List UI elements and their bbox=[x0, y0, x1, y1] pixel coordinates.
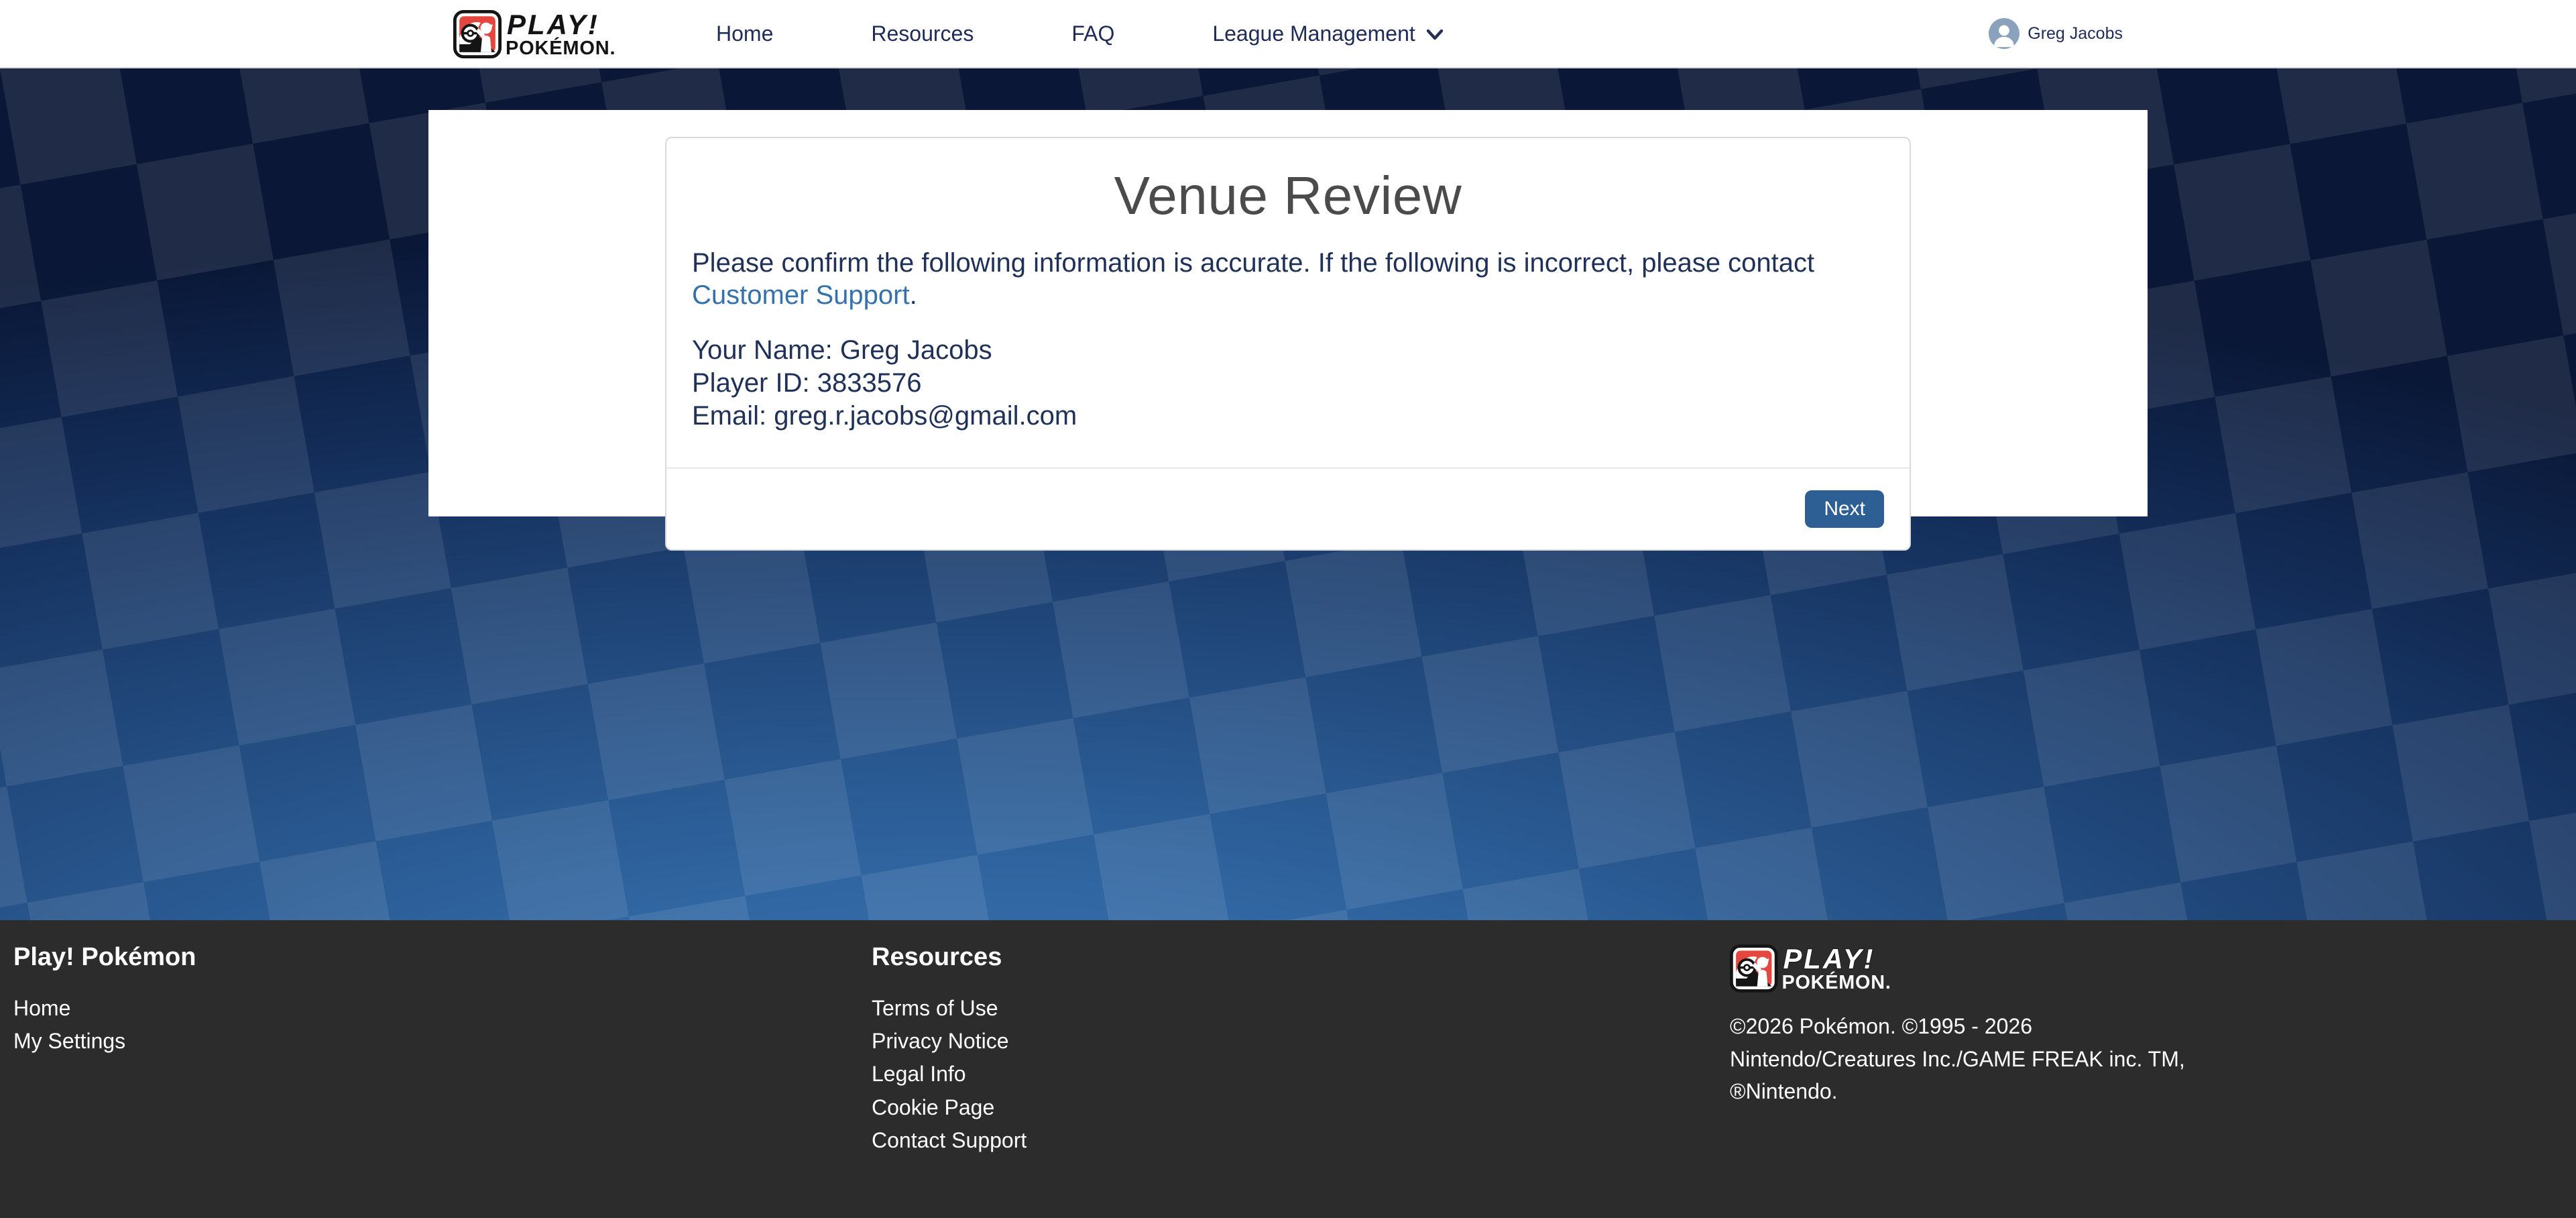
footer-column-play-pokemon: Play! Pokémon Home My Settings bbox=[0, 943, 858, 1218]
logo-play-text: PLAY! bbox=[507, 9, 599, 40]
footer-logo-pokemon-text: POKÉMON. bbox=[1781, 971, 1891, 993]
player-email-label: Email: bbox=[692, 401, 766, 431]
nav-item-home[interactable]: Home bbox=[716, 21, 773, 46]
footer-play-pokemon-logo: PLAY! POKÉMON. bbox=[1730, 943, 1930, 993]
confirmation-message: Please confirm the following information… bbox=[692, 247, 1884, 311]
main-content-area: Venue Review Please confirm the followin… bbox=[0, 68, 2576, 920]
confirmation-text: Please confirm the following information… bbox=[692, 248, 1814, 278]
player-email-line: Email: greg.r.jacobs@gmail.com bbox=[692, 400, 1884, 433]
footer-link-privacy-notice[interactable]: Privacy Notice bbox=[872, 1029, 1009, 1053]
footer-column-resources: Resources Terms of Use Privacy Notice Le… bbox=[858, 943, 1716, 1218]
customer-support-link[interactable]: Customer Support bbox=[692, 280, 910, 310]
page-title: Venue Review bbox=[692, 165, 1884, 227]
player-email-value: greg.r.jacobs@gmail.com bbox=[774, 401, 1077, 431]
player-id-line: Player ID: 3833576 bbox=[692, 367, 1884, 400]
user-avatar-icon bbox=[1989, 18, 2019, 49]
nav-item-faq[interactable]: FAQ bbox=[1071, 21, 1114, 46]
nav-item-resources-label: Resources bbox=[871, 21, 974, 46]
copyright-line-2: Nintendo/Creatures Inc./GAME FREAK inc. … bbox=[1730, 1043, 2561, 1076]
player-id-label: Player ID: bbox=[692, 368, 810, 398]
nav-menu: Home Resources FAQ League Management bbox=[716, 21, 1444, 46]
play-pokemon-logo: PLAY! POKÉMON. bbox=[453, 9, 654, 58]
page-panel: Venue Review Please confirm the followin… bbox=[428, 110, 2148, 516]
chevron-down-icon bbox=[1426, 29, 1444, 41]
page-footer: Play! Pokémon Home My Settings Resources… bbox=[0, 920, 2576, 1218]
player-name-line: Your Name: Greg Jacobs bbox=[692, 334, 1884, 367]
logo-pokemon-text: POKÉMON. bbox=[506, 36, 616, 58]
user-menu[interactable]: Greg Jacobs bbox=[1989, 18, 2123, 49]
nav-item-faq-label: FAQ bbox=[1071, 21, 1114, 46]
navbar-container: PLAY! POKÉMON. Home Resources FAQ League… bbox=[453, 0, 2123, 67]
nav-item-resources[interactable]: Resources bbox=[871, 21, 974, 46]
card-footer: Next bbox=[666, 467, 1910, 549]
footer-links-play-pokemon: Home My Settings bbox=[13, 992, 845, 1058]
footer-logo-play-text: PLAY! bbox=[1783, 943, 1875, 975]
card-body: Venue Review Please confirm the followin… bbox=[666, 138, 1910, 467]
footer-link-legal-info[interactable]: Legal Info bbox=[872, 1062, 966, 1086]
footer-link-terms-of-use[interactable]: Terms of Use bbox=[872, 996, 998, 1020]
player-name-value: Greg Jacobs bbox=[840, 335, 992, 365]
user-name: Greg Jacobs bbox=[2028, 24, 2123, 44]
venue-review-card: Venue Review Please confirm the followin… bbox=[665, 137, 1911, 551]
footer-link-home[interactable]: Home bbox=[13, 996, 70, 1020]
footer-link-contact-support[interactable]: Contact Support bbox=[872, 1128, 1027, 1152]
top-navbar: PLAY! POKÉMON. Home Resources FAQ League… bbox=[0, 0, 2576, 68]
confirmation-text-end: . bbox=[910, 280, 917, 310]
nav-item-league-management[interactable]: League Management bbox=[1212, 21, 1443, 46]
footer-heading-resources: Resources bbox=[872, 943, 1703, 972]
nav-item-home-label: Home bbox=[716, 21, 773, 46]
player-id-value: 3833576 bbox=[817, 368, 922, 398]
copyright-line-1: ©2026 Pokémon. ©1995 - 2026 bbox=[1730, 1010, 2561, 1043]
footer-link-cookie-page[interactable]: Cookie Page bbox=[872, 1095, 994, 1119]
nav-item-league-management-label: League Management bbox=[1212, 21, 1415, 46]
player-name-label: Your Name: bbox=[692, 335, 833, 365]
footer-link-my-settings[interactable]: My Settings bbox=[13, 1029, 125, 1053]
brand-logo-link[interactable]: PLAY! POKÉMON. bbox=[453, 9, 654, 58]
footer-heading-play-pokemon: Play! Pokémon bbox=[13, 943, 845, 972]
next-button[interactable]: Next bbox=[1805, 490, 1884, 528]
footer-links-resources: Terms of Use Privacy Notice Legal Info C… bbox=[872, 992, 1703, 1157]
footer-column-legal: PLAY! POKÉMON. ©2026 Pokémon. ©1995 - 20… bbox=[1716, 943, 2575, 1218]
copyright-line-3: ®Nintendo. bbox=[1730, 1075, 2561, 1108]
